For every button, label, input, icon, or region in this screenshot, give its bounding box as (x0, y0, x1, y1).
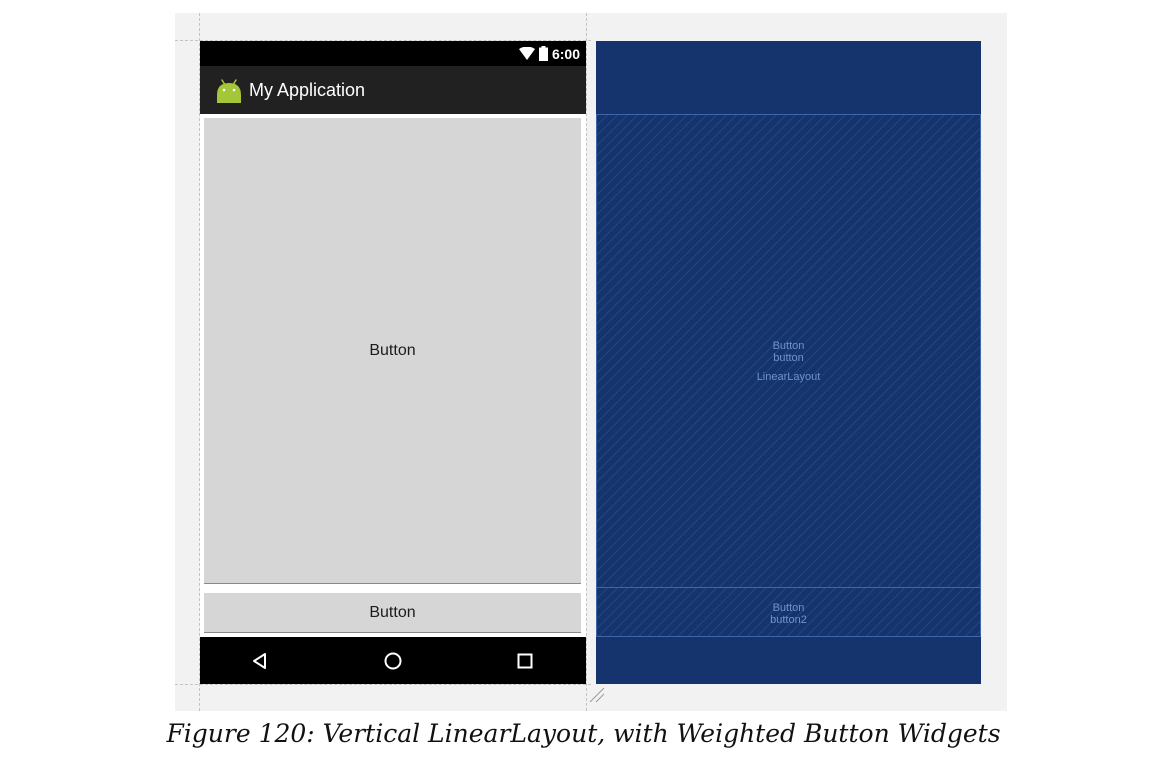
guide-line-bottom (175, 684, 591, 685)
design-preview: 6:00 My Application Button Button (200, 41, 586, 684)
recents-icon[interactable] (513, 649, 537, 673)
wifi-icon (518, 46, 535, 60)
blueprint-button-2[interactable]: Button button2 (596, 587, 981, 637)
blueprint-button[interactable]: Button button LinearLayout (596, 114, 981, 588)
blueprint-widget-id: button2 (770, 614, 807, 626)
blueprint-widget-id: button (773, 352, 804, 364)
app-bar: My Application (200, 66, 586, 114)
back-icon[interactable] (248, 649, 272, 673)
app-title: My Application (249, 79, 366, 100)
status-bar: 6:00 (200, 41, 586, 66)
blueprint-widget-type: Button (772, 340, 805, 352)
blueprint-parent-layout: LinearLayout (756, 371, 821, 383)
guide-line-right (586, 13, 587, 711)
resize-handle[interactable] (588, 686, 606, 704)
linear-layout: Button Button (200, 114, 586, 637)
navigation-bar (200, 637, 586, 684)
home-icon[interactable] (381, 649, 405, 673)
status-time: 6:00 (551, 45, 580, 62)
blueprint-widget-type: Button (772, 602, 805, 614)
blueprint-preview: Button button LinearLayout Button button… (596, 41, 981, 684)
button-2[interactable]: Button (204, 593, 581, 633)
battery-icon (538, 46, 548, 61)
weighted-button[interactable]: Button (204, 118, 581, 584)
android-icon (217, 79, 241, 103)
figure-caption: Figure 120: Vertical LinearLayout, with … (166, 719, 1001, 748)
